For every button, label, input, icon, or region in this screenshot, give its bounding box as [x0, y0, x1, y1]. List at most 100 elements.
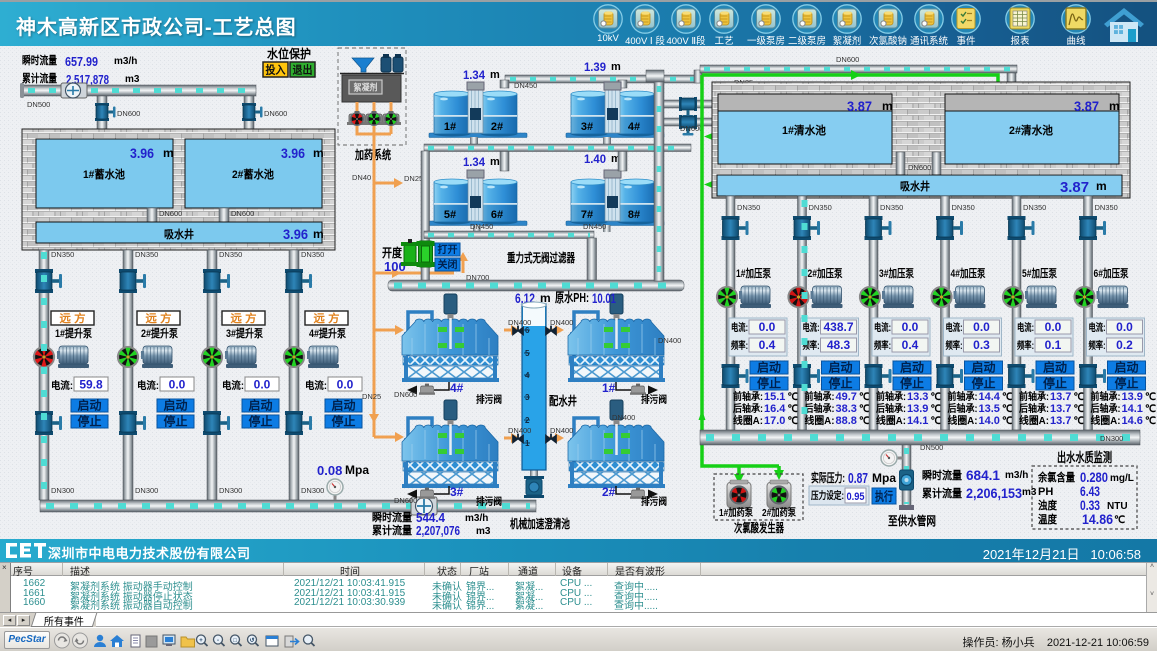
svg-text:14.86: 14.86 [1082, 511, 1113, 527]
svg-text:排污阀: 排污阀 [641, 393, 667, 406]
svg-text:1#: 1# [444, 121, 456, 133]
svg-text:m3/h: m3/h [114, 56, 137, 67]
svg-text:2#加压泵: 2#加压泵 [808, 266, 843, 280]
svg-text:DN350: DN350 [301, 250, 324, 259]
svg-text:频率:: 频率: [1017, 339, 1034, 352]
svg-text:配水井: 配水井 [549, 393, 577, 408]
svg-text:1#清水池: 1#清水池 [782, 123, 826, 137]
svg-text:DN450: DN450 [583, 222, 606, 231]
svg-text:2#提升泵: 2#提升泵 [141, 326, 178, 340]
svg-text:累计流量: 累计流量 [22, 71, 57, 85]
svg-text:瞬时流量: 瞬时流量 [372, 510, 412, 524]
svg-text:投入: 投入 [266, 63, 286, 77]
svg-text:DN400: DN400 [550, 318, 573, 327]
svg-text:3.96: 3.96 [130, 145, 154, 161]
svg-text:DN400: DN400 [550, 426, 573, 435]
svg-text:0.3: 0.3 [973, 338, 990, 352]
svg-text:频率:: 频率: [1089, 339, 1106, 352]
svg-text:DN350: DN350 [219, 250, 242, 259]
svg-text:Mpa: Mpa [872, 471, 896, 485]
svg-text:DN350: DN350 [809, 203, 832, 212]
svg-text:启动: 启动 [829, 360, 853, 375]
svg-text:2#: 2# [491, 121, 503, 133]
svg-text:停止: 停止 [249, 414, 273, 429]
svg-text:5: 5 [525, 349, 530, 358]
svg-text:线圈A:14.6℃: 线圈A:14.6℃ [1091, 414, 1157, 427]
svg-text:DN350: DN350 [1023, 203, 1046, 212]
svg-text:0.0: 0.0 [973, 320, 990, 334]
svg-text:0.4: 0.4 [902, 338, 919, 352]
svg-text:DN450: DN450 [514, 81, 537, 90]
svg-text:7#: 7# [581, 209, 593, 221]
svg-text:m: m [611, 61, 621, 73]
svg-text:DN400: DN400 [508, 318, 531, 327]
svg-text:电流:: 电流: [137, 379, 159, 392]
svg-text:原水PH:: 原水PH: [555, 290, 589, 305]
svg-text:□: □ [233, 638, 237, 644]
svg-text:3.96: 3.96 [283, 226, 308, 242]
svg-text:100: 100 [384, 259, 406, 274]
svg-text:退出: 退出 [293, 63, 313, 77]
svg-text:前轴承:13.7℃: 前轴承:13.7℃ [1019, 390, 1085, 403]
svg-text:m3: m3 [476, 526, 491, 537]
svg-text:0.4: 0.4 [759, 338, 776, 352]
svg-text:6: 6 [525, 326, 530, 335]
svg-text:DN350: DN350 [1095, 203, 1118, 212]
svg-text:温度: 温度 [1038, 512, 1058, 526]
svg-text:Mpa: Mpa [345, 463, 369, 477]
svg-text:DN25: DN25 [362, 392, 381, 401]
svg-text:3.87: 3.87 [1074, 98, 1099, 114]
svg-text:余氯含量: 余氯含量 [1037, 470, 1075, 484]
svg-text:0.0: 0.0 [254, 378, 271, 392]
svg-text:停止: 停止 [332, 414, 356, 429]
svg-text:m3: m3 [125, 74, 140, 85]
svg-text:3.87: 3.87 [1060, 179, 1089, 196]
svg-text:线圈A:14.1℃: 线圈A:14.1℃ [876, 414, 942, 427]
svg-text:前轴承:13.3℃: 前轴承:13.3℃ [876, 390, 942, 403]
svg-text:0.0: 0.0 [337, 378, 354, 392]
svg-text:m3/h: m3/h [465, 513, 488, 524]
svg-text:3.87: 3.87 [847, 98, 872, 114]
svg-text:-: - [217, 638, 219, 644]
svg-text:DN400: DN400 [508, 426, 531, 435]
svg-text:1.34: 1.34 [463, 68, 485, 82]
svg-text:DN450: DN450 [470, 222, 493, 231]
svg-text:3: 3 [525, 393, 530, 402]
svg-text:絮凝剂: 絮凝剂 [354, 82, 378, 93]
svg-text:线圈A:88.8℃: 线圈A:88.8℃ [805, 414, 871, 427]
svg-text:3#加压泵: 3#加压泵 [879, 266, 914, 280]
svg-text:1.40: 1.40 [584, 152, 606, 166]
svg-text:停止: 停止 [1115, 376, 1139, 391]
svg-text:48.3: 48.3 [827, 338, 851, 352]
svg-text:电流:: 电流: [1089, 321, 1106, 334]
svg-text:m: m [490, 69, 500, 81]
svg-text:启动: 启动 [1115, 360, 1139, 375]
svg-text:DN40: DN40 [352, 173, 371, 182]
svg-text:执行: 执行 [875, 489, 893, 504]
svg-text:DN600: DN600 [264, 109, 287, 118]
svg-text:停止: 停止 [829, 376, 853, 391]
svg-text:浊度: 浊度 [1038, 498, 1058, 512]
svg-text:3#: 3# [581, 121, 593, 133]
svg-text:m: m [490, 156, 500, 168]
svg-text:1#加药泵: 1#加药泵 [719, 506, 754, 519]
svg-text:后轴承:13.7℃: 后轴承:13.7℃ [1019, 402, 1085, 415]
svg-text:前轴承:15.1℃: 前轴承:15.1℃ [733, 390, 799, 403]
svg-text:1.34: 1.34 [463, 155, 485, 169]
svg-text:0.0: 0.0 [169, 378, 186, 392]
svg-text:频率:: 频率: [874, 339, 891, 352]
svg-text:关闭: 关闭 [438, 258, 458, 271]
svg-text:DN300: DN300 [51, 486, 74, 495]
svg-text:停止: 停止 [972, 376, 996, 391]
svg-text:累计流量: 累计流量 [372, 523, 412, 537]
svg-text:+: + [199, 638, 203, 644]
svg-text:DN600: DN600 [231, 209, 254, 218]
svg-text:8#: 8# [628, 209, 640, 221]
svg-text:累计流量: 累计流量 [922, 486, 962, 500]
svg-text:排污阀: 排污阀 [476, 393, 502, 406]
svg-text:4#提升泵: 4#提升泵 [309, 326, 346, 340]
svg-text:远 方: 远 方 [60, 311, 86, 325]
svg-text:瞬时流量: 瞬时流量 [22, 53, 57, 67]
svg-text:后轴承:38.3℃: 后轴承:38.3℃ [805, 402, 871, 415]
svg-text:排污阀: 排污阀 [476, 495, 502, 508]
